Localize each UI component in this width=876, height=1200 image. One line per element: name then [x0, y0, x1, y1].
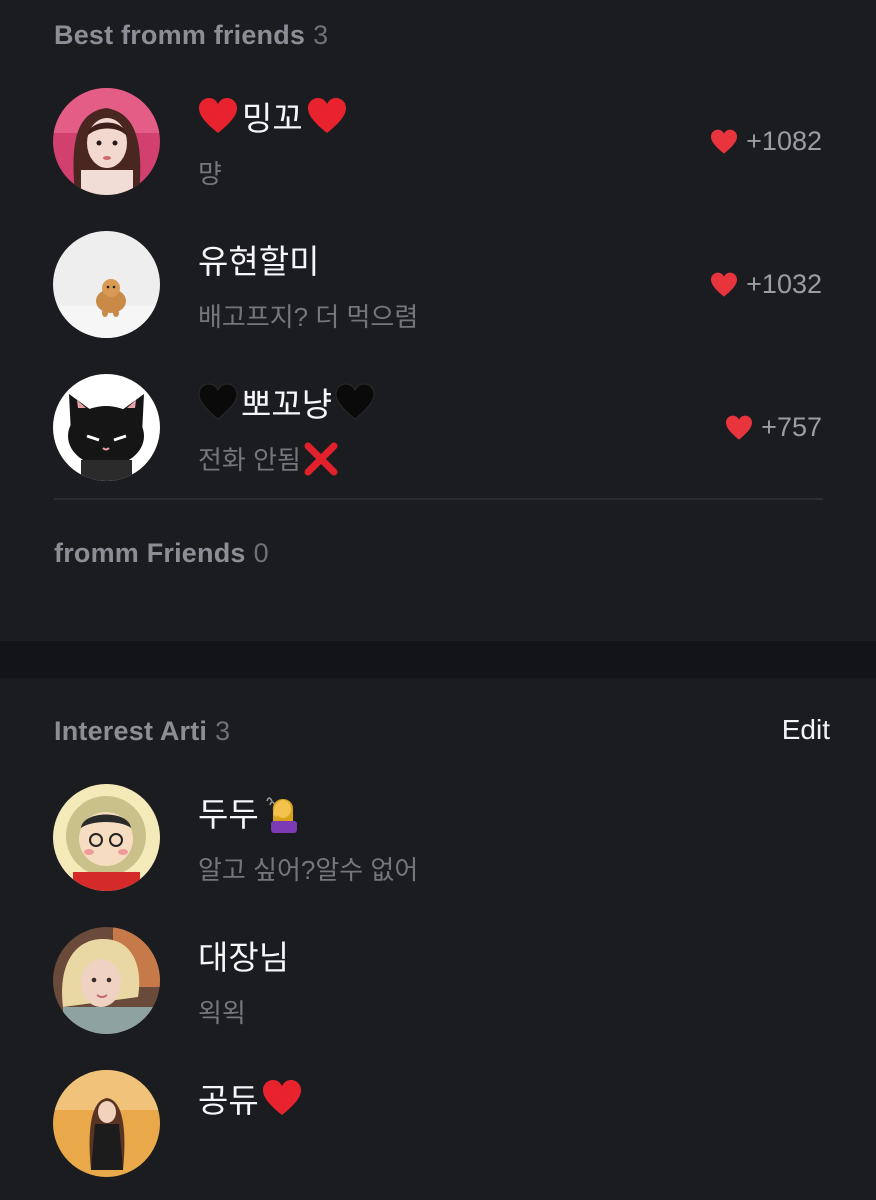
- artist-name: 두두: [198, 788, 303, 836]
- best-friends-title: Best fromm friends: [54, 20, 306, 50]
- best-friends-header: Best fromm friends 3: [54, 20, 328, 51]
- list-item[interactable]: 뽀꼬냥 전화 안됨 +757: [0, 374, 876, 494]
- friends-count: 0: [253, 538, 269, 568]
- heart-icon: [711, 129, 738, 154]
- avatar[interactable]: [53, 1070, 160, 1177]
- cross-mark-icon: [304, 442, 338, 475]
- artist-status: 알고 싶어?알수 없어: [198, 855, 419, 885]
- friend-name: 유현할미: [198, 243, 320, 280]
- artist-name: 대장님: [198, 939, 290, 976]
- red-heart-icon: [262, 1080, 301, 1115]
- black-heart-icon: [335, 383, 375, 420]
- friend-status: 배고프지? 더 먹으렴: [198, 302, 419, 332]
- friend-name: 뽀꼬냥: [198, 378, 375, 426]
- red-heart-icon: [307, 98, 346, 133]
- artist-name: 공듀: [198, 1074, 302, 1122]
- list-item[interactable]: 두두 알고 싶어?알수 없어: [0, 784, 876, 904]
- avatar[interactable]: [53, 231, 160, 338]
- interest-header: Interest Arti 3: [54, 716, 230, 747]
- black-heart-icon: [198, 383, 238, 420]
- interest-count: 3: [215, 716, 231, 746]
- avatar[interactable]: [53, 784, 160, 891]
- person-tipping-hand-icon: [266, 797, 297, 833]
- interest-title: Interest Arti: [54, 716, 208, 746]
- list-item[interactable]: 유현할미 배고프지? 더 먹으렴 +1032: [0, 231, 876, 351]
- list-item[interactable]: 공듀: [0, 1070, 876, 1190]
- avatar[interactable]: [53, 374, 160, 481]
- section-divider: [0, 641, 876, 678]
- separator: [54, 498, 823, 500]
- edit-button[interactable]: Edit: [782, 714, 830, 746]
- heart-icon: [711, 272, 738, 297]
- avatar[interactable]: [53, 88, 160, 195]
- best-friends-count: 3: [313, 20, 329, 50]
- artist-status: 왹왹: [198, 998, 246, 1028]
- friend-status: 전화 안됨: [198, 440, 339, 477]
- friends-header: fromm Friends 0: [54, 538, 269, 569]
- like-count[interactable]: +1032: [710, 269, 822, 300]
- friend-status: 먕: [198, 159, 222, 189]
- heart-icon: [726, 415, 753, 440]
- red-heart-icon: [199, 98, 237, 133]
- list-item[interactable]: 밍꼬 먕 +1082: [0, 88, 876, 208]
- list-item[interactable]: 대장님 왹왹: [0, 927, 876, 1047]
- friends-title: fromm Friends: [54, 538, 246, 568]
- like-count[interactable]: +757: [725, 412, 822, 443]
- friend-name: 밍꼬: [198, 92, 347, 140]
- avatar[interactable]: [53, 927, 160, 1034]
- like-count[interactable]: +1082: [710, 126, 822, 157]
